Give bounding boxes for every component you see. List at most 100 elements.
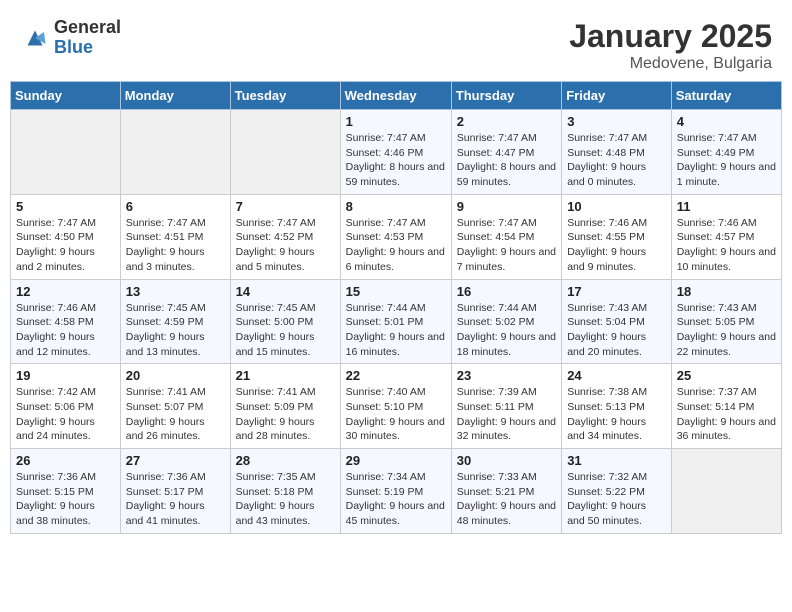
day-info: Sunrise: 7:40 AM Sunset: 5:10 PM Dayligh… — [346, 385, 446, 444]
day-info: Sunrise: 7:37 AM Sunset: 5:14 PM Dayligh… — [677, 385, 776, 444]
day-number: 29 — [346, 453, 446, 468]
month-title: January 2025 — [569, 18, 772, 55]
header-sunday: Sunday — [11, 82, 121, 110]
day-info: Sunrise: 7:47 AM Sunset: 4:50 PM Dayligh… — [16, 216, 115, 275]
day-cell: 22 Sunrise: 7:40 AM Sunset: 5:10 PM Dayli… — [340, 364, 451, 449]
day-cell: 8 Sunrise: 7:47 AM Sunset: 4:53 PM Daylig… — [340, 194, 451, 279]
day-info: Sunrise: 7:46 AM Sunset: 4:58 PM Dayligh… — [16, 301, 115, 360]
day-cell — [671, 449, 781, 534]
day-number: 27 — [126, 453, 225, 468]
week-row-0: 1 Sunrise: 7:47 AM Sunset: 4:46 PM Daylig… — [11, 110, 782, 195]
day-info: Sunrise: 7:47 AM Sunset: 4:54 PM Dayligh… — [457, 216, 556, 275]
day-number: 2 — [457, 114, 556, 129]
day-cell: 7Sunrise: 7:47 AM Sunset: 4:52 PM Daylig… — [230, 194, 340, 279]
day-cell: 19 Sunrise: 7:42 AM Sunset: 5:06 PM Dayli… — [11, 364, 121, 449]
logo: General Blue — [20, 18, 121, 58]
page-header: General Blue January 2025 Medovene, Bulg… — [10, 10, 782, 77]
day-number: 21 — [236, 368, 335, 383]
day-cell: 14 Sunrise: 7:45 AM Sunset: 5:00 PM Dayli… — [230, 279, 340, 364]
day-number: 14 — [236, 284, 335, 299]
day-number: 12 — [16, 284, 115, 299]
day-info: Sunrise: 7:47 AM Sunset: 4:49 PM Dayligh… — [677, 131, 776, 190]
day-info: Sunrise: 7:47 AM Sunset: 4:51 PM Dayligh… — [126, 216, 225, 275]
calendar-header-row: SundayMondayTuesdayWednesdayThursdayFrid… — [11, 82, 782, 110]
day-info: Sunrise: 7:45 AM Sunset: 4:59 PM Dayligh… — [126, 301, 225, 360]
header-saturday: Saturday — [671, 82, 781, 110]
day-info: Sunrise: 7:45 AM Sunset: 5:00 PM Dayligh… — [236, 301, 335, 360]
day-cell: 15Sunrise: 7:44 AM Sunset: 5:01 PM Dayli… — [340, 279, 451, 364]
day-number: 8 — [346, 199, 446, 214]
day-cell: 23 Sunrise: 7:39 AM Sunset: 5:11 PM Dayli… — [451, 364, 561, 449]
day-cell: 11Sunrise: 7:46 AM Sunset: 4:57 PM Dayli… — [671, 194, 781, 279]
day-info: Sunrise: 7:47 AM Sunset: 4:47 PM Dayligh… — [457, 131, 556, 190]
week-row-3: 19 Sunrise: 7:42 AM Sunset: 5:06 PM Dayli… — [11, 364, 782, 449]
day-cell: 25 Sunrise: 7:37 AM Sunset: 5:14 PM Dayli… — [671, 364, 781, 449]
day-number: 1 — [346, 114, 446, 129]
day-info: Sunrise: 7:43 AM Sunset: 5:04 PM Dayligh… — [567, 301, 666, 360]
header-tuesday: Tuesday — [230, 82, 340, 110]
day-number: 6 — [126, 199, 225, 214]
day-cell — [120, 110, 230, 195]
title-block: January 2025 Medovene, Bulgaria — [569, 18, 772, 73]
day-cell: 30 Sunrise: 7:33 AM Sunset: 5:21 PM Dayli… — [451, 449, 561, 534]
day-cell: 21Sunrise: 7:41 AM Sunset: 5:09 PM Dayli… — [230, 364, 340, 449]
day-cell — [11, 110, 121, 195]
day-cell: 28 Sunrise: 7:35 AM Sunset: 5:18 PM Dayli… — [230, 449, 340, 534]
day-info: Sunrise: 7:32 AM Sunset: 5:22 PM Dayligh… — [567, 470, 666, 529]
week-row-2: 12 Sunrise: 7:46 AM Sunset: 4:58 PM Dayli… — [11, 279, 782, 364]
day-info: Sunrise: 7:46 AM Sunset: 4:57 PM Dayligh… — [677, 216, 776, 275]
day-number: 23 — [457, 368, 556, 383]
day-cell: 3 Sunrise: 7:47 AM Sunset: 4:48 PM Daylig… — [562, 110, 672, 195]
day-number: 19 — [16, 368, 115, 383]
day-info: Sunrise: 7:47 AM Sunset: 4:48 PM Dayligh… — [567, 131, 666, 190]
day-cell: 12 Sunrise: 7:46 AM Sunset: 4:58 PM Dayli… — [11, 279, 121, 364]
day-number: 28 — [236, 453, 335, 468]
day-number: 20 — [126, 368, 225, 383]
day-number: 15 — [346, 284, 446, 299]
day-number: 18 — [677, 284, 776, 299]
day-number: 31 — [567, 453, 666, 468]
day-cell: 4 Sunrise: 7:47 AM Sunset: 4:49 PM Daylig… — [671, 110, 781, 195]
day-cell: 16Sunrise: 7:44 AM Sunset: 5:02 PM Dayli… — [451, 279, 561, 364]
day-cell: 17 Sunrise: 7:43 AM Sunset: 5:04 PM Dayli… — [562, 279, 672, 364]
day-cell: 10Sunrise: 7:46 AM Sunset: 4:55 PM Dayli… — [562, 194, 672, 279]
logo-general: General — [54, 18, 121, 38]
day-info: Sunrise: 7:43 AM Sunset: 5:05 PM Dayligh… — [677, 301, 776, 360]
day-info: Sunrise: 7:33 AM Sunset: 5:21 PM Dayligh… — [457, 470, 556, 529]
day-number: 26 — [16, 453, 115, 468]
logo-blue: Blue — [54, 38, 121, 58]
day-cell: 1 Sunrise: 7:47 AM Sunset: 4:46 PM Daylig… — [340, 110, 451, 195]
header-friday: Friday — [562, 82, 672, 110]
day-number: 10 — [567, 199, 666, 214]
day-number: 25 — [677, 368, 776, 383]
day-number: 13 — [126, 284, 225, 299]
day-info: Sunrise: 7:36 AM Sunset: 5:17 PM Dayligh… — [126, 470, 225, 529]
day-info: Sunrise: 7:42 AM Sunset: 5:06 PM Dayligh… — [16, 385, 115, 444]
header-thursday: Thursday — [451, 82, 561, 110]
day-cell: 24 Sunrise: 7:38 AM Sunset: 5:13 PM Dayli… — [562, 364, 672, 449]
logo-icon — [20, 23, 50, 53]
day-info: Sunrise: 7:38 AM Sunset: 5:13 PM Dayligh… — [567, 385, 666, 444]
day-cell: 6 Sunrise: 7:47 AM Sunset: 4:51 PM Daylig… — [120, 194, 230, 279]
day-number: 4 — [677, 114, 776, 129]
day-info: Sunrise: 7:36 AM Sunset: 5:15 PM Dayligh… — [16, 470, 115, 529]
day-info: Sunrise: 7:47 AM Sunset: 4:46 PM Dayligh… — [346, 131, 446, 190]
day-number: 7 — [236, 199, 335, 214]
day-info: Sunrise: 7:35 AM Sunset: 5:18 PM Dayligh… — [236, 470, 335, 529]
day-info: Sunrise: 7:47 AM Sunset: 4:53 PM Dayligh… — [346, 216, 446, 275]
day-number: 30 — [457, 453, 556, 468]
day-number: 17 — [567, 284, 666, 299]
day-number: 3 — [567, 114, 666, 129]
day-cell: 27 Sunrise: 7:36 AM Sunset: 5:17 PM Dayli… — [120, 449, 230, 534]
day-cell: 31 Sunrise: 7:32 AM Sunset: 5:22 PM Dayli… — [562, 449, 672, 534]
header-wednesday: Wednesday — [340, 82, 451, 110]
day-info: Sunrise: 7:44 AM Sunset: 5:02 PM Dayligh… — [457, 301, 556, 360]
day-number: 22 — [346, 368, 446, 383]
day-cell: 26 Sunrise: 7:36 AM Sunset: 5:15 PM Dayli… — [11, 449, 121, 534]
day-info: Sunrise: 7:39 AM Sunset: 5:11 PM Dayligh… — [457, 385, 556, 444]
day-cell: 29Sunrise: 7:34 AM Sunset: 5:19 PM Dayli… — [340, 449, 451, 534]
week-row-1: 5Sunrise: 7:47 AM Sunset: 4:50 PM Daylig… — [11, 194, 782, 279]
day-number: 24 — [567, 368, 666, 383]
location: Medovene, Bulgaria — [569, 55, 772, 73]
day-cell — [230, 110, 340, 195]
